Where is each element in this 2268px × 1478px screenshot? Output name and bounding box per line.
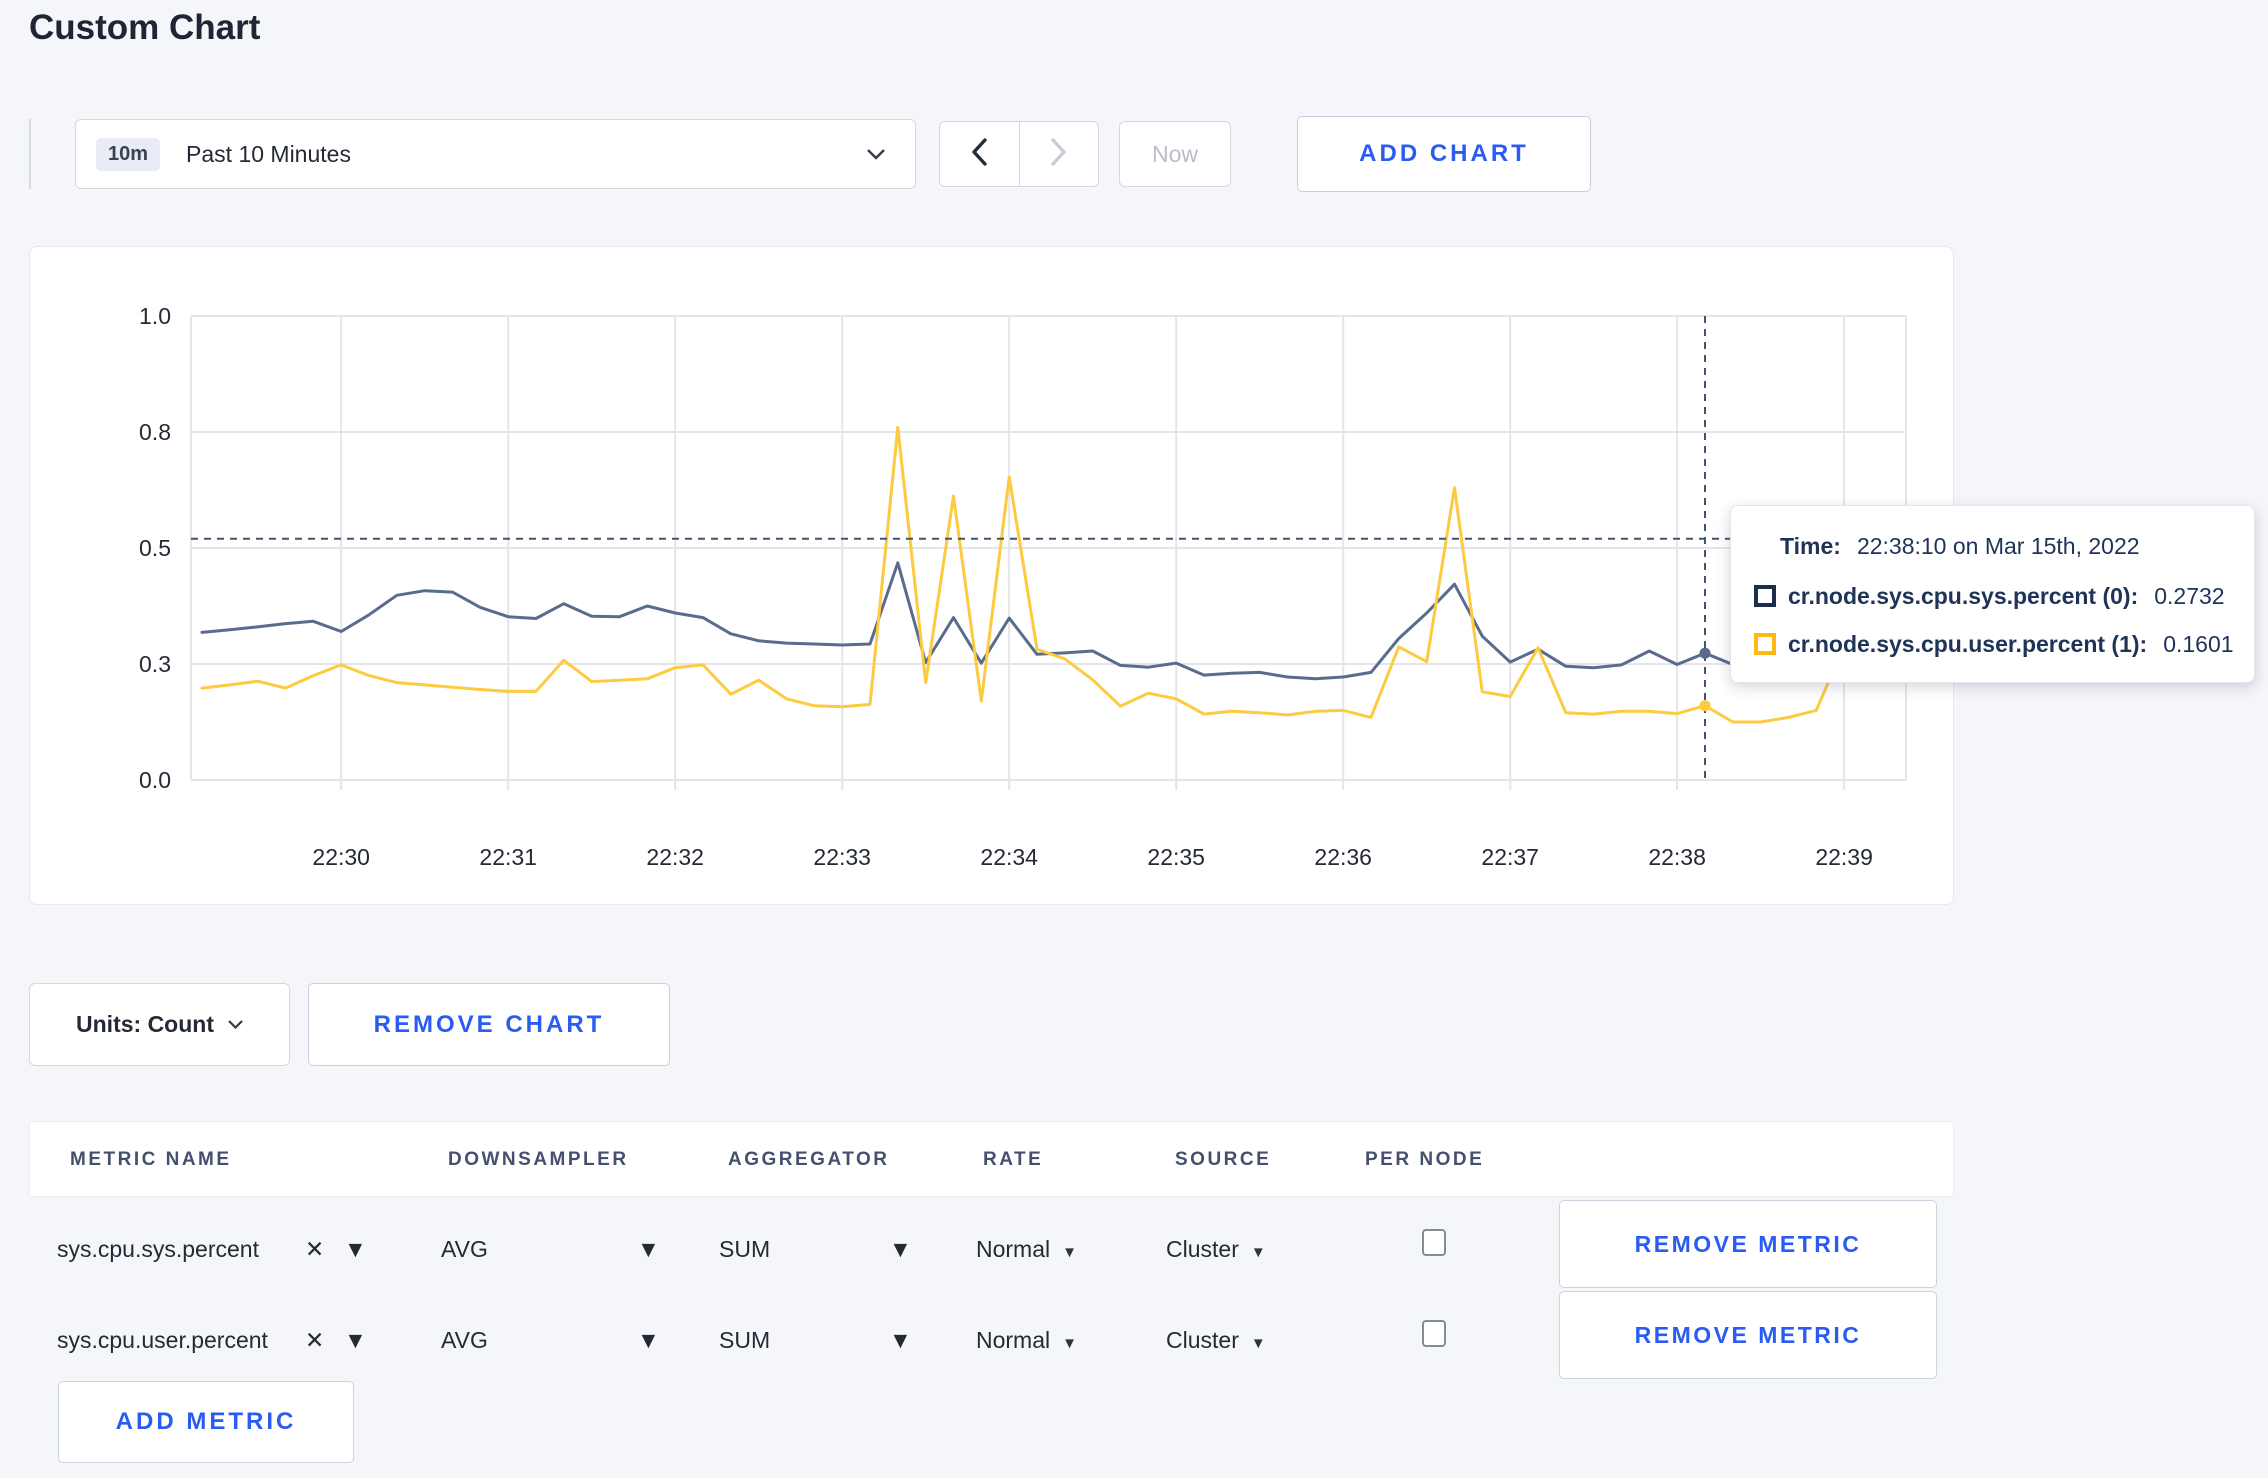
- chart-svg: 0.0 0.3 0.5 0.8 1.0 22:30 22:31 22:32 22:33 22:34…: [139, 303, 1907, 870]
- x-axis-tick-label: 22:33: [813, 844, 871, 870]
- step-forward-button[interactable]: [1018, 122, 1099, 186]
- tooltip-series-sys-value: 0.2732: [2154, 582, 2225, 609]
- tooltip-series-user-label: cr.node.sys.cpu.user.percent (1):: [1788, 630, 2148, 657]
- chart-card[interactable]: 0.0 0.3 0.5 0.8 1.0 22:30 22:31 22:32 22:33 22:34…: [29, 246, 1954, 905]
- units-dropdown[interactable]: Units: Count: [29, 983, 290, 1066]
- metrics-table-header: METRIC NAME DOWNSAMPLER AGGREGATOR RATE …: [29, 1121, 1954, 1197]
- aggregator-select[interactable]: SUM: [719, 1204, 770, 1295]
- header-rate: RATE: [983, 1149, 1044, 1170]
- x-axis-tick-label: 22:37: [1481, 844, 1539, 870]
- clear-metric-icon[interactable]: ✕: [305, 1295, 324, 1386]
- y-axis-tick-label: 0.3: [139, 651, 171, 677]
- per-node-checkbox[interactable]: [1422, 1320, 1446, 1347]
- chevron-down-icon: [867, 147, 885, 165]
- source-select[interactable]: Cluster ▼: [1166, 1295, 1266, 1386]
- series-user-swatch-icon: [1754, 633, 1776, 655]
- y-axis-tick-label: 0.8: [139, 419, 171, 445]
- header-per-node: PER NODE: [1365, 1149, 1485, 1170]
- time-range-label: Past 10 Minutes: [186, 140, 351, 167]
- downsampler-select[interactable]: AVG: [441, 1204, 488, 1295]
- caret-down-icon[interactable]: ▼: [889, 1295, 912, 1386]
- custom-chart-page: Custom Chart 10m Past 10 Minutes Now ADD…: [0, 0, 2268, 1478]
- rate-value: Normal: [976, 1236, 1051, 1262]
- x-axis-tick-label: 22:30: [312, 844, 370, 870]
- source-value: Cluster: [1166, 1327, 1239, 1353]
- metric-name-select[interactable]: sys.cpu.user.percent: [57, 1295, 268, 1386]
- table-row: sys.cpu.sys.percent ✕ ▼ AVG ▼ SUM ▼ Norm…: [29, 1200, 1954, 1295]
- rate-value: Normal: [976, 1327, 1051, 1353]
- table-row: sys.cpu.user.percent ✕ ▼ AVG ▼ SUM ▼ Nor…: [29, 1291, 1954, 1386]
- aggregator-select[interactable]: SUM: [719, 1295, 770, 1386]
- caret-down-icon[interactable]: ▼: [344, 1204, 367, 1295]
- clear-metric-icon[interactable]: ✕: [305, 1204, 324, 1295]
- x-axis-tick-label: 22:31: [479, 844, 537, 870]
- x-axis-tick-label: 22:39: [1815, 844, 1873, 870]
- rate-select[interactable]: Normal ▼: [976, 1204, 1077, 1295]
- hover-point: [1699, 700, 1711, 712]
- time-step-buttons: [939, 121, 1099, 187]
- chart-hover-tooltip: Time: 22:38:10 on Mar 15th, 2022 cr.node…: [1730, 505, 2255, 683]
- add-metric-button[interactable]: ADD METRIC: [58, 1381, 354, 1463]
- page-title: Custom Chart: [29, 8, 261, 47]
- caret-down-icon[interactable]: ▼: [637, 1204, 660, 1295]
- units-label: Units: Count: [76, 1011, 214, 1037]
- remove-metric-button[interactable]: REMOVE METRIC: [1559, 1291, 1937, 1379]
- chevron-down-icon: [228, 1020, 243, 1029]
- caret-down-icon: ▼: [1250, 1335, 1266, 1352]
- y-axis-tick-label: 1.0: [139, 303, 171, 329]
- hover-point: [1699, 647, 1711, 659]
- caret-down-icon: ▼: [1250, 1244, 1266, 1261]
- metric-name-select[interactable]: sys.cpu.sys.percent: [57, 1204, 259, 1295]
- remove-metric-button[interactable]: REMOVE METRIC: [1559, 1200, 1937, 1288]
- tooltip-series-sys-label: cr.node.sys.cpu.sys.percent (0):: [1788, 582, 2139, 609]
- caret-down-icon[interactable]: ▼: [889, 1204, 912, 1295]
- tooltip-time-label: Time:: [1780, 532, 1841, 559]
- source-value: Cluster: [1166, 1236, 1239, 1262]
- source-select[interactable]: Cluster ▼: [1166, 1204, 1266, 1295]
- add-chart-button[interactable]: ADD CHART: [1297, 116, 1591, 192]
- header-metric-name: METRIC NAME: [70, 1149, 232, 1170]
- y-axis-tick-label: 0.5: [139, 535, 171, 561]
- caret-down-icon[interactable]: ▼: [637, 1295, 660, 1386]
- downsampler-select[interactable]: AVG: [441, 1295, 488, 1386]
- x-axis-tick-label: 22:38: [1648, 844, 1706, 870]
- x-axis-tick-label: 22:36: [1314, 844, 1372, 870]
- step-back-button[interactable]: [940, 122, 1019, 186]
- tooltip-time-value: 22:38:10 on Mar 15th, 2022: [1856, 532, 2140, 559]
- series-line: [200, 425, 1874, 724]
- caret-down-icon: ▼: [1062, 1335, 1077, 1352]
- header-aggregator: AGGREGATOR: [728, 1149, 890, 1170]
- caret-down-icon[interactable]: ▼: [344, 1295, 367, 1386]
- series-line: [200, 561, 1874, 681]
- remove-chart-button[interactable]: REMOVE CHART: [308, 983, 670, 1066]
- header-downsampler: DOWNSAMPLER: [448, 1149, 629, 1170]
- caret-down-icon: ▼: [1062, 1244, 1077, 1261]
- x-axis-tick-label: 22:32: [646, 844, 704, 870]
- time-range-badge: 10m: [96, 137, 161, 171]
- time-range-dropdown[interactable]: 10m Past 10 Minutes: [75, 119, 916, 189]
- toolbar-divider: [29, 119, 31, 189]
- series-sys-swatch-icon: [1754, 585, 1776, 607]
- chevron-right-icon: [1051, 137, 1067, 171]
- header-source: SOURCE: [1175, 1149, 1272, 1170]
- per-node-checkbox[interactable]: [1422, 1229, 1446, 1256]
- x-axis-tick-label: 22:35: [1147, 844, 1205, 870]
- chevron-left-icon: [971, 137, 987, 171]
- y-axis-tick-label: 0.0: [139, 767, 171, 793]
- tooltip-series-user-value: 0.1601: [2163, 630, 2234, 657]
- x-axis-tick-label: 22:34: [980, 844, 1038, 870]
- rate-select[interactable]: Normal ▼: [976, 1295, 1077, 1386]
- now-button[interactable]: Now: [1119, 121, 1231, 187]
